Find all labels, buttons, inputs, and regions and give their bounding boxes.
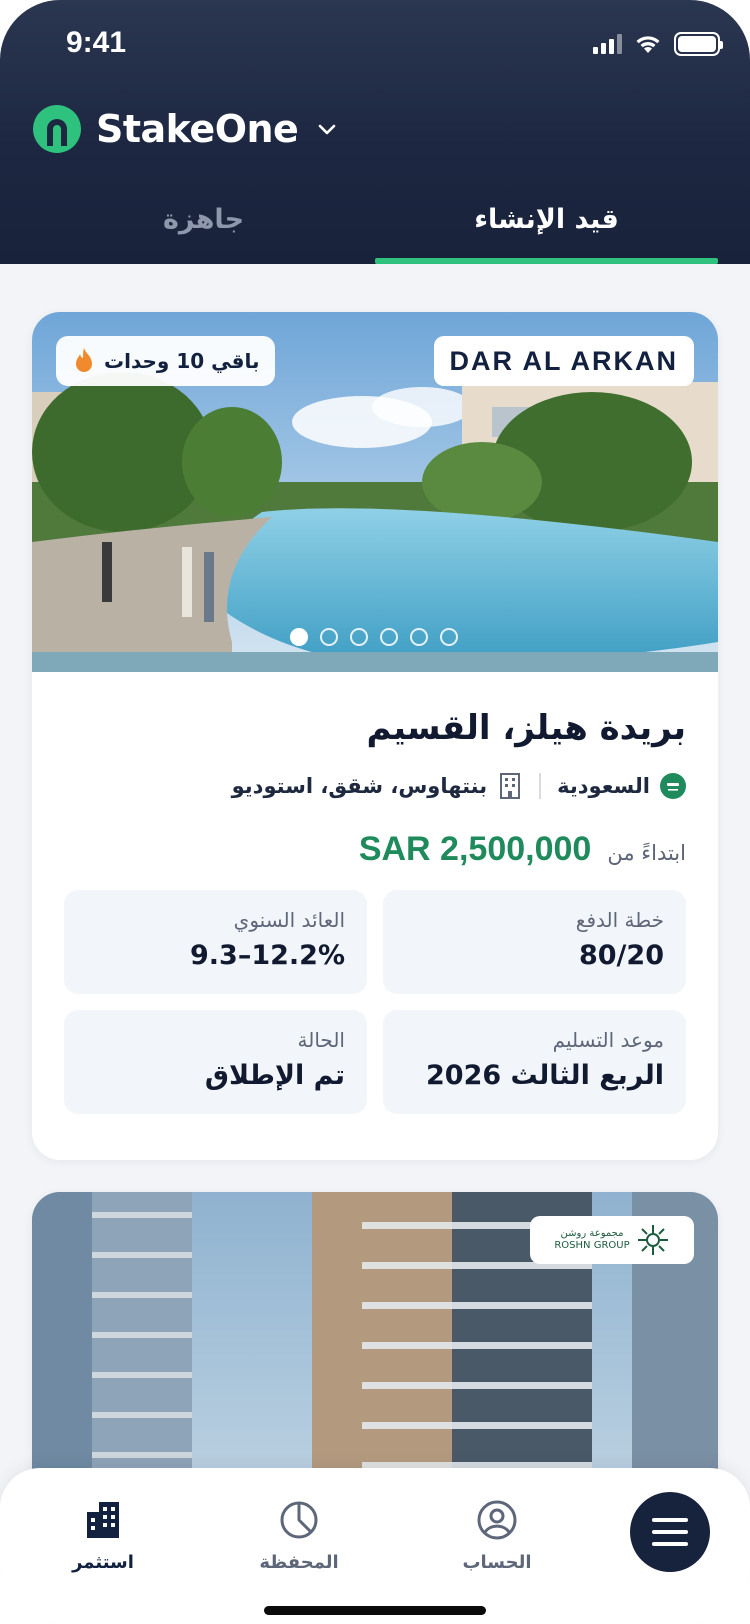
brand-logo-icon <box>33 105 81 153</box>
stat-payment-plan: خطة الدفع 80/20 <box>383 890 686 994</box>
project-country: السعودية <box>557 774 650 798</box>
nav-portfolio[interactable]: المحفظة <box>234 1498 364 1573</box>
header: 9:41 StakeOne قيد الإنشاء جاهزة <box>0 0 750 264</box>
developer-name-en: ROSHN GROUP <box>554 1240 630 1251</box>
brand-name: StakeOne <box>96 107 299 151</box>
nav-account[interactable]: الحساب <box>432 1498 562 1573</box>
stat-label: الحالة <box>297 1028 345 1052</box>
project-meta: السعودية بنتهاوس، شقق، استوديو <box>232 772 686 800</box>
battery-icon <box>674 32 723 56</box>
units-left-badge: باقي 10 وحدات <box>56 336 276 386</box>
project-card[interactable]: DAR AL ARKAN باقي 10 وحدات بريدة هيلز، ا… <box>32 312 718 1160</box>
stat-value: 9.3–12.2% <box>190 940 345 971</box>
menu-button[interactable] <box>630 1492 710 1572</box>
app-screen: 9:41 StakeOne قيد الإنشاء جاهزة DAR AL A… <box>0 0 750 1624</box>
stat-label: العائد السنوي <box>233 908 345 932</box>
user-circle-icon <box>477 1500 517 1540</box>
stat-value: تم الإطلاق <box>204 1060 345 1091</box>
developer-name-ar: مجموعة روشن <box>560 1228 624 1239</box>
saudi-flag-icon <box>660 773 686 799</box>
tab-under-construction[interactable]: قيد الإنشاء <box>375 196 718 264</box>
tab-ready[interactable]: جاهزة <box>32 196 375 264</box>
pie-chart-icon <box>280 1501 318 1539</box>
carousel-dot[interactable] <box>290 628 308 646</box>
price-row: ابتداءً من SAR 2,500,000 <box>359 830 686 869</box>
home-indicator <box>264 1606 486 1615</box>
tab-label: جاهزة <box>162 204 245 235</box>
menu-icon-bar <box>652 1518 688 1522</box>
project-unit-types: بنتهاوس، شقق، استوديو <box>231 774 488 798</box>
fire-icon <box>76 348 92 372</box>
carousel-dot[interactable] <box>350 628 368 646</box>
developer-name: مجموعة روشن ROSHN GROUP <box>554 1228 629 1252</box>
bottom-nav: استثمر المحفظة الحساب <box>0 1468 750 1624</box>
carousel-dot[interactable] <box>440 628 458 646</box>
menu-icon-bar <box>652 1530 688 1534</box>
carousel-dots <box>290 628 458 646</box>
stat-label: موعد التسليم <box>552 1028 664 1052</box>
status-time: 9:41 <box>66 26 127 59</box>
units-left-text: باقي 10 وحدات <box>104 349 260 373</box>
carousel-dot[interactable] <box>320 628 338 646</box>
meta-divider <box>539 773 542 799</box>
stat-label: خطة الدفع <box>575 908 664 932</box>
project-image-carousel[interactable]: DAR AL ARKAN باقي 10 وحدات <box>32 312 718 672</box>
project-title: بريدة هيلز، القسيم <box>366 708 687 748</box>
building-icon <box>500 773 521 799</box>
price-value: SAR 2,500,000 <box>358 830 592 868</box>
tab-active-indicator <box>375 258 718 264</box>
stat-value: 80/20 <box>578 940 664 971</box>
roshn-emblem-icon <box>637 1225 668 1255</box>
wifi-icon <box>636 36 660 53</box>
stat-annual-return: العائد السنوي 9.3–12.2% <box>64 890 367 994</box>
stat-delivery-date: موعد التسليم الربع الثالث 2026 <box>383 1010 686 1114</box>
developer-logo: DAR AL ARKAN <box>433 336 694 386</box>
nav-label: المحفظة <box>259 1552 339 1573</box>
tab-label: قيد الإنشاء <box>474 204 619 235</box>
nav-label: الحساب <box>462 1552 532 1573</box>
price-prefix: ابتداءً من <box>607 841 686 865</box>
menu-icon-bar <box>652 1542 688 1546</box>
stat-status: الحالة تم الإطلاق <box>64 1010 367 1114</box>
carousel-dot[interactable] <box>410 628 428 646</box>
status-icons <box>593 32 723 56</box>
brand-switcher[interactable]: StakeOne <box>32 104 338 154</box>
chevron-down-icon <box>319 124 336 135</box>
stat-value: الربع الثالث 2026 <box>426 1060 664 1091</box>
nav-label: استثمر <box>72 1552 134 1573</box>
status-tabs: قيد الإنشاء جاهزة <box>32 196 718 264</box>
buildings-icon <box>87 1502 119 1538</box>
signal-icon <box>593 34 622 54</box>
carousel-dot[interactable] <box>380 628 398 646</box>
developer-logo: مجموعة روشن ROSHN GROUP <box>530 1216 694 1264</box>
project-stats: خطة الدفع 80/20 العائد السنوي 9.3–12.2% … <box>64 890 686 1114</box>
nav-invest[interactable]: استثمر <box>38 1498 168 1573</box>
